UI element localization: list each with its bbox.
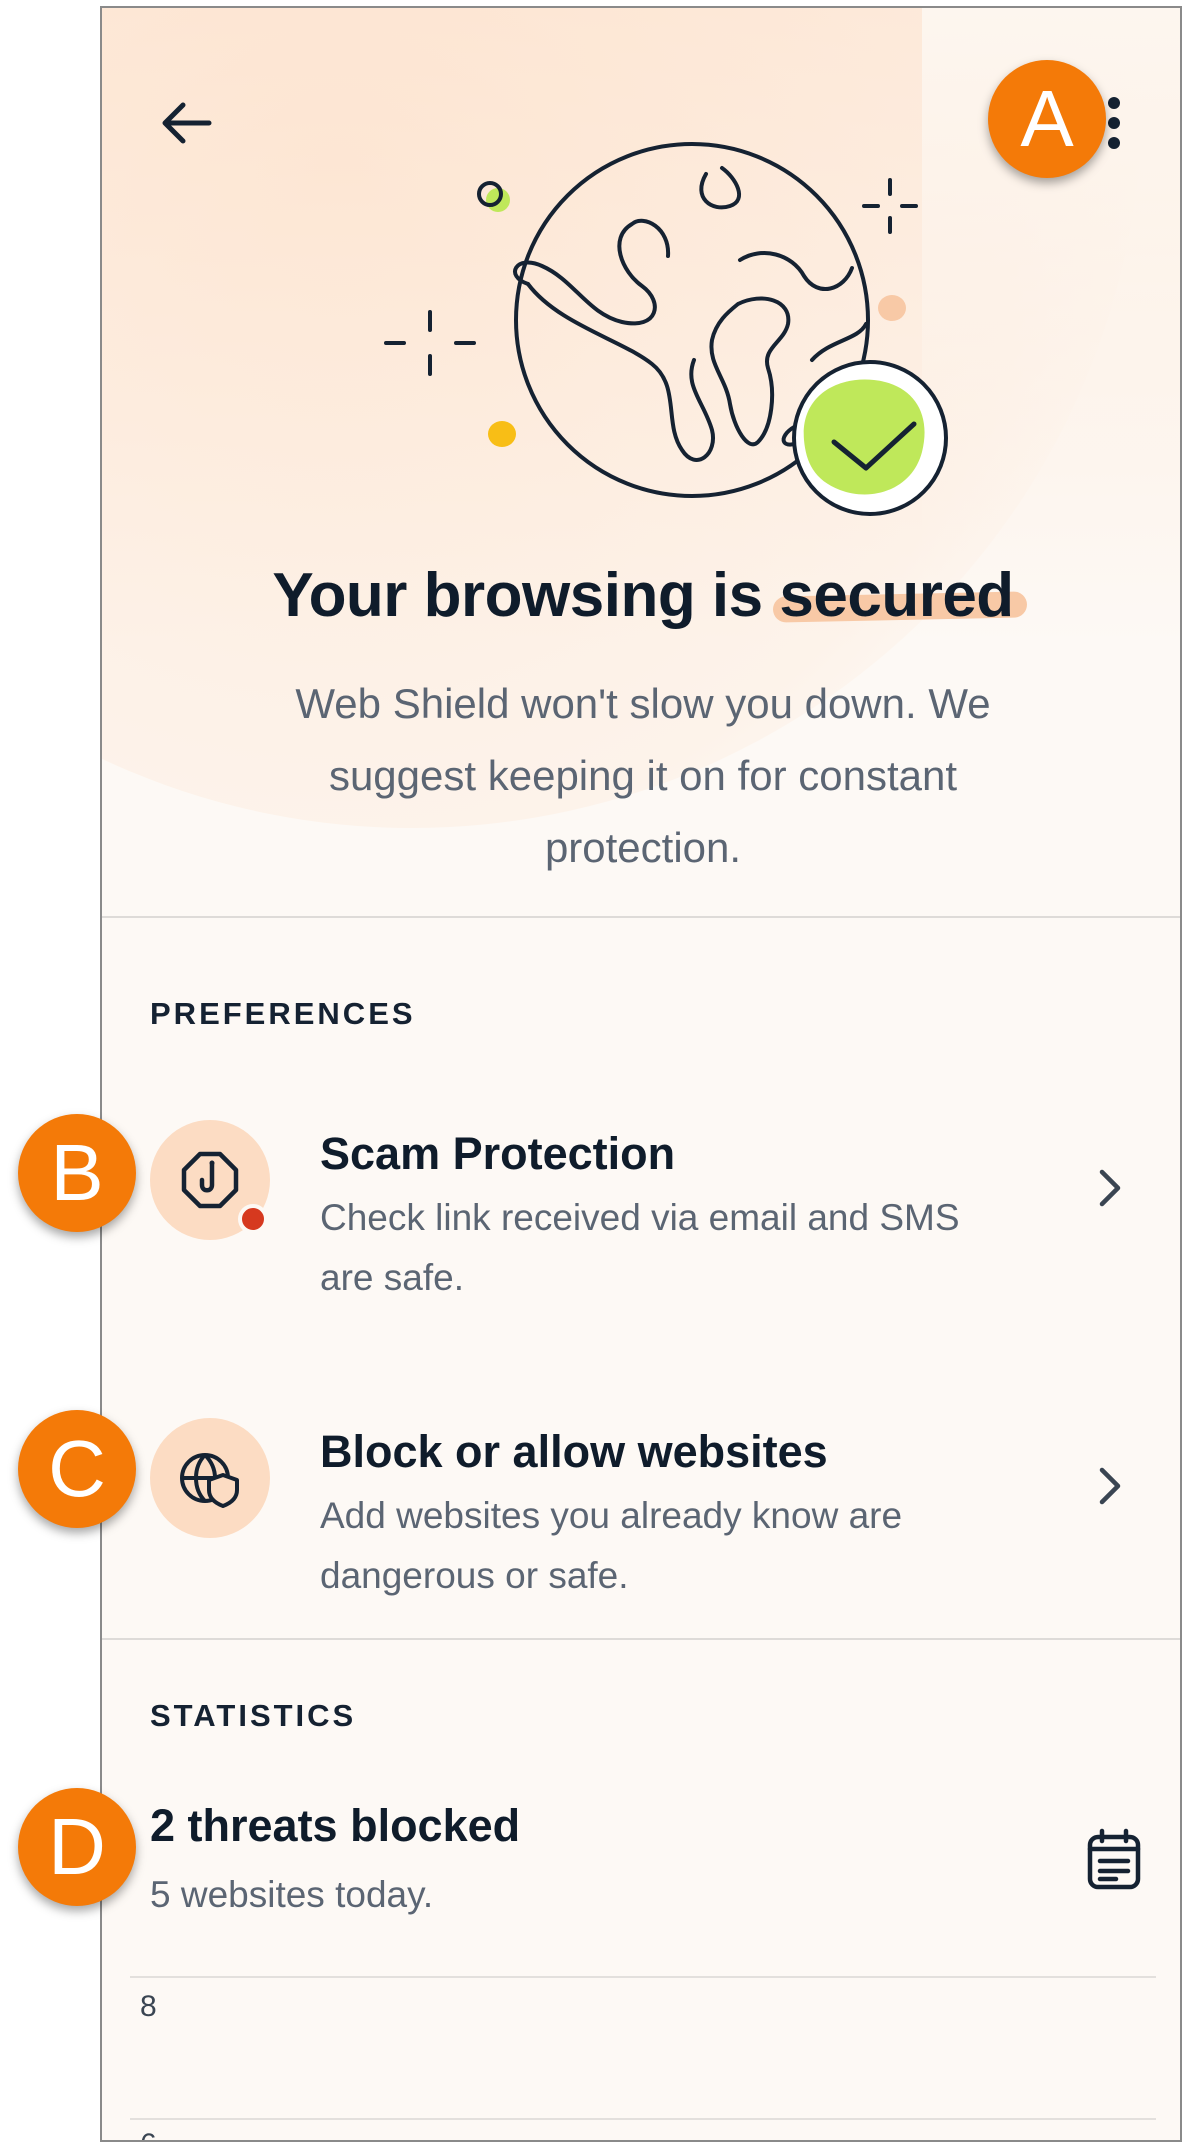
section-divider <box>102 1638 1180 1640</box>
threats-blocked-title: 2 threats blocked <box>150 1800 521 1851</box>
statistics-section-label: STATISTICS <box>150 1698 357 1733</box>
calendar-icon <box>1087 1828 1141 1890</box>
chart-y-tick: 6 <box>140 2128 157 2140</box>
chart-y-tick: 8 <box>140 1990 157 2023</box>
chart-gridline <box>130 2118 1156 2120</box>
globe-shield-icon <box>180 1453 239 1508</box>
secured-globe-illustration <box>384 142 948 516</box>
block-allow-websites-row[interactable]: Block or allow websites Add websites you… <box>102 1402 1180 1602</box>
annotation-badge-a: A <box>988 60 1106 178</box>
annotation-badge-c: C <box>18 1410 136 1528</box>
decor-dot <box>878 295 906 321</box>
block-allow-title: Block or allow websites <box>320 1426 828 1477</box>
scam-protection-title: Scam Protection <box>320 1128 676 1179</box>
section-divider <box>102 916 1180 918</box>
alert-dot <box>238 1204 268 1234</box>
scam-hook-shield-icon <box>181 1151 239 1209</box>
annotation-badge-d: D <box>18 1788 136 1906</box>
scam-protection-description: Check link received via email and SMS ar… <box>320 1197 960 1298</box>
chevron-right-icon <box>1090 1158 1130 1218</box>
title-text: Your browsing is <box>272 561 780 630</box>
preferences-section-label: PREFERENCES <box>150 996 416 1031</box>
scam-protection-row[interactable]: Scam Protection Check link received via … <box>102 1104 1180 1304</box>
sparkle-icon <box>384 310 476 376</box>
back-button[interactable] <box>152 88 222 158</box>
decor-dot <box>488 421 516 447</box>
calendar-button[interactable] <box>1082 1824 1146 1894</box>
chart-gridline <box>130 1976 1156 1978</box>
page-description: Web Shield won't slow you down. We sugge… <box>295 680 991 871</box>
title-highlight-text: secured <box>779 561 1014 630</box>
arrow-left-icon <box>162 102 212 144</box>
sparkle-icon <box>862 178 918 234</box>
websites-today-text: 5 websites today. <box>150 1874 434 1915</box>
page-title: Your browsing is secured <box>102 560 1180 631</box>
more-vertical-icon <box>1108 97 1120 149</box>
chevron-right-icon <box>1090 1456 1130 1516</box>
phone-screen: Your browsing is secured Web Shield won'… <box>100 6 1182 2142</box>
annotation-badge-b: B <box>18 1114 136 1232</box>
check-badge-icon <box>792 360 948 516</box>
title-highlight: secured <box>779 560 1014 631</box>
block-allow-description: Add websites you already know are danger… <box>320 1495 903 1596</box>
block-allow-icon-container <box>150 1418 270 1538</box>
